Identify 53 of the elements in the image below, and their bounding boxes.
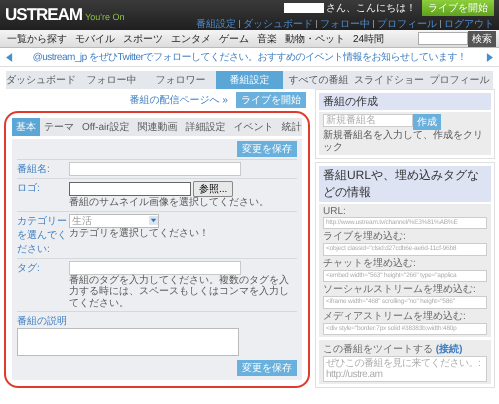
field-hint: 番組のサムネイル画像を選択してください。	[69, 197, 270, 208]
channel-page-link[interactable]: 番組の配信ページへ »	[130, 93, 228, 107]
logo[interactable]: USTREAM	[5, 5, 82, 25]
field-label: 番組名:	[17, 162, 51, 176]
field-label: 番組の説明	[17, 314, 68, 328]
settings-tab[interactable]: 関連動画	[134, 118, 182, 136]
field-label: メディアストリームを埋め込む:	[323, 310, 467, 323]
field-label: ソーシャルストリームを埋め込む:	[323, 282, 477, 296]
category-link[interactable]: 24時間	[349, 32, 388, 46]
header-link[interactable]: フォロー中	[320, 16, 370, 30]
field-label: カテゴリーを選んでください:	[17, 214, 68, 256]
category-link[interactable]: ゲーム	[215, 32, 253, 46]
field-hint: 番組のタグを入力してください。複数のタグを入力する時には、スペースもしくはコンマを入力してください。	[69, 274, 290, 309]
box-title: 番組の作成	[319, 93, 491, 110]
search-field[interactable]	[418, 32, 468, 45]
field-label: この番組をツイートする (接続)	[323, 342, 464, 356]
browse-button[interactable]: 参照...	[193, 181, 234, 197]
box-title: 番組URLや、埋め込みタグなどの情報	[319, 166, 491, 202]
category-link[interactable]: エンタメ	[167, 32, 215, 46]
category-link[interactable]: 一覧から探す	[3, 32, 71, 46]
category-link[interactable]: モバイル	[71, 32, 119, 46]
field-label: ライブを埋め込む:	[323, 230, 407, 244]
file-path-field[interactable]	[69, 182, 191, 196]
settings-tab[interactable]: Off-air設定	[78, 118, 134, 136]
dropdown-arrow-icon	[149, 216, 158, 225]
tagline: You're On	[85, 12, 124, 22]
field-hint: カテゴリを選択してください！	[69, 228, 210, 239]
settings-tab[interactable]: 詳細設定	[182, 118, 230, 136]
field-label: チャットを埋め込む:	[323, 256, 417, 270]
header-link[interactable]: ログアウト	[444, 16, 494, 30]
search-button[interactable]: 検索	[468, 30, 496, 46]
category-link[interactable]: 動物・ペット	[281, 32, 349, 46]
connect-link[interactable]: (接続)	[436, 344, 462, 356]
ticker-text: @ustream_jp をぜひTwitterでフォローしてください。おすすめのイベント情報をお知らせしています！	[32, 50, 466, 64]
right-arrow-icon[interactable]	[486, 52, 493, 62]
category-link[interactable]: スポーツ	[119, 32, 167, 46]
description-field[interactable]	[17, 328, 239, 356]
header-link[interactable]: 番組設定	[196, 16, 236, 30]
settings-tab[interactable]: イベント	[230, 118, 278, 136]
field-label: ロゴ:	[17, 182, 41, 196]
settings-tab[interactable]: 統計	[278, 118, 306, 136]
field-label: URL:	[323, 206, 347, 217]
input-field[interactable]	[69, 162, 241, 176]
header-link[interactable]: プロフィール	[377, 16, 437, 30]
input-field[interactable]	[69, 260, 241, 274]
field-hint: 新規番組名を入力して、作成をクリック	[323, 130, 484, 153]
settings-tab[interactable]: テーマ	[40, 118, 78, 136]
category-link[interactable]: 音楽	[253, 32, 281, 46]
greeting-text: さん、こんにちは！	[326, 2, 416, 14]
name-redaction-block	[284, 2, 324, 12]
left-arrow-icon[interactable]	[6, 52, 13, 62]
header-link[interactable]: ダッシュボード	[243, 16, 313, 30]
field-label: タグ:	[17, 262, 41, 276]
